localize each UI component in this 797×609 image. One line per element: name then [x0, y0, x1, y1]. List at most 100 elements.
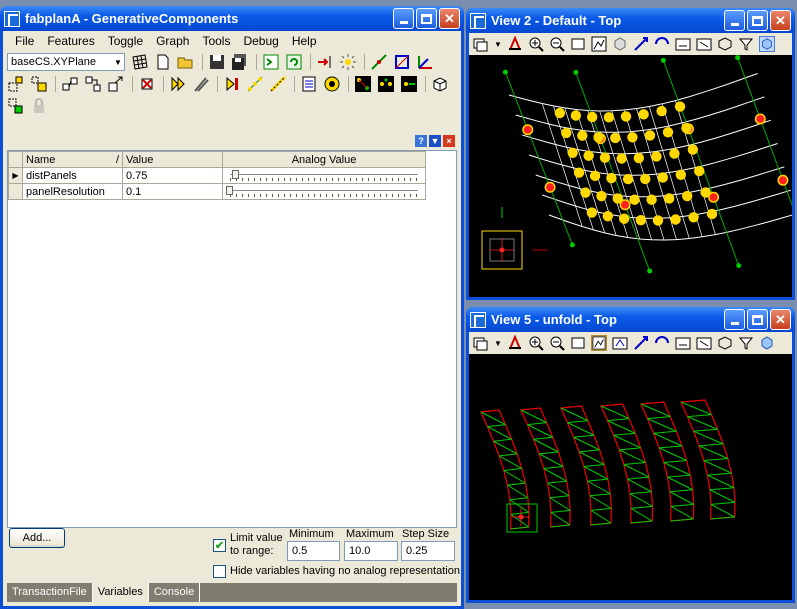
slider-thumb[interactable] [231, 169, 239, 179]
view5-minimize-button[interactable] [724, 309, 745, 330]
analog-slider[interactable] [226, 185, 422, 197]
view5-close-button[interactable]: ✕ [770, 309, 791, 330]
filter-icon[interactable] [738, 335, 754, 351]
view-previous-icon[interactable] [654, 36, 670, 52]
view2-titlebar[interactable]: View 2 - Default - Top ✕ [466, 8, 795, 33]
menu-toggle[interactable]: Toggle [102, 32, 150, 50]
copy-view-icon[interactable] [696, 36, 712, 52]
hide-variables-checkbox[interactable] [213, 565, 226, 578]
menu-tools[interactable]: Tools [196, 32, 237, 50]
view-next-icon[interactable] [675, 335, 691, 351]
node-yellow-icon[interactable] [30, 75, 48, 93]
step-size-input[interactable]: 0.25 [401, 541, 455, 561]
column-header-name[interactable]: Name / [22, 151, 123, 168]
view2-canvas[interactable] [469, 55, 792, 297]
tab-variables[interactable]: Variables [92, 583, 149, 602]
rotate-view-icon[interactable] [612, 36, 628, 52]
limit-value-checkbox[interactable]: ✔ [213, 539, 226, 552]
tab-console[interactable]: Console [149, 583, 201, 602]
fit-view-icon[interactable] [590, 335, 607, 351]
coordinate-system-select[interactable]: baseCS.XYPlane ▼ [7, 53, 125, 71]
zoom-out-icon[interactable] [549, 335, 565, 351]
plane-tool-icon[interactable] [393, 53, 411, 71]
node-tree-icon[interactable] [84, 75, 102, 93]
chevron-down-icon[interactable]: ▼ [494, 40, 502, 49]
maximum-input[interactable]: 10.0 [344, 541, 398, 561]
save-all-icon[interactable] [231, 53, 249, 71]
variable-value[interactable]: 0.1 [122, 183, 223, 200]
close-button[interactable]: ✕ [439, 8, 460, 29]
view-previous-icon[interactable] [654, 335, 670, 351]
minimize-button[interactable] [393, 8, 414, 29]
menu-features[interactable]: Features [41, 32, 101, 50]
pan-view-icon[interactable] [633, 36, 649, 52]
render-mode-icon[interactable] [759, 335, 775, 351]
view-attributes-icon[interactable] [473, 335, 489, 351]
graph-node-icon[interactable] [354, 75, 372, 93]
measure-icon[interactable] [269, 75, 287, 93]
view-attributes-icon[interactable] [473, 36, 489, 52]
window-area-icon[interactable] [570, 335, 586, 351]
view5-maximize-button[interactable] [747, 309, 768, 330]
new-file-icon[interactable] [154, 53, 172, 71]
analog-slider[interactable] [226, 169, 422, 181]
filter-icon[interactable] [738, 36, 754, 52]
column-header-analog[interactable]: Analog Value [222, 151, 426, 168]
chevron-down-icon[interactable]: ▼ [112, 54, 124, 70]
main-titlebar[interactable]: fabplanA - GenerativeComponents ✕ [0, 6, 464, 31]
help-icon[interactable]: ? [415, 135, 427, 147]
column-header-value[interactable]: Value [122, 151, 223, 168]
clip-volume-icon[interactable] [717, 36, 733, 52]
render-mode-icon[interactable] [758, 36, 775, 52]
list-icon[interactable] [300, 75, 318, 93]
fit-view-icon[interactable] [591, 36, 607, 52]
pan-view-icon[interactable] [633, 335, 649, 351]
panel-close-icon[interactable]: × [443, 135, 455, 147]
table-row[interactable]: panelResolution 0.1 [8, 183, 426, 200]
target-icon[interactable] [323, 75, 341, 93]
view-next-icon[interactable] [675, 36, 691, 52]
delete-node-icon[interactable] [138, 75, 156, 93]
cube-icon[interactable] [431, 75, 449, 93]
open-folder-icon[interactable] [177, 53, 195, 71]
variable-name[interactable]: panelResolution [22, 183, 123, 200]
add-variable-button[interactable]: Add... [9, 528, 65, 548]
collapse-icon[interactable]: ▼ [429, 135, 441, 147]
axes-icon[interactable] [416, 53, 434, 71]
component-icon[interactable] [7, 97, 25, 115]
point-grid-icon[interactable] [246, 75, 264, 93]
view5-titlebar[interactable]: View 5 - unfold - Top ✕ [466, 307, 795, 332]
window-area-icon[interactable] [570, 36, 586, 52]
menu-file[interactable]: File [9, 32, 41, 50]
view2-close-button[interactable]: ✕ [770, 10, 791, 31]
menu-debug[interactable]: Debug [237, 32, 285, 50]
script-icon[interactable] [262, 53, 280, 71]
node-arrow-icon[interactable] [107, 75, 125, 93]
chevron-down-icon[interactable]: ▼ [494, 339, 502, 348]
insert-point-icon[interactable] [316, 53, 334, 71]
menu-graph[interactable]: Graph [150, 32, 196, 50]
line-tool-icon[interactable] [370, 53, 388, 71]
menu-help[interactable]: Help [286, 32, 324, 50]
view2-maximize-button[interactable] [747, 10, 768, 31]
sun-icon[interactable] [339, 53, 357, 71]
refresh-icon[interactable] [285, 53, 303, 71]
grid-icon[interactable] [131, 53, 149, 71]
slash-tool-icon[interactable] [192, 75, 210, 93]
variable-value[interactable]: 0.75 [122, 167, 223, 184]
table-row[interactable]: ▶ distPanels 0.75 [8, 167, 426, 184]
step-forward-icon[interactable] [223, 75, 241, 93]
zoom-in-icon[interactable] [528, 36, 544, 52]
rotate-view-icon[interactable] [612, 335, 628, 351]
save-icon[interactable] [208, 53, 226, 71]
play-icon[interactable] [169, 75, 187, 93]
node-dashed-icon[interactable] [7, 75, 25, 93]
view2-minimize-button[interactable] [724, 10, 745, 31]
view5-canvas[interactable] [469, 354, 792, 600]
update-view-icon[interactable] [507, 36, 523, 52]
zoom-out-icon[interactable] [549, 36, 565, 52]
graph-arrow-icon[interactable] [400, 75, 418, 93]
variable-name[interactable]: distPanels [22, 167, 123, 184]
minimum-input[interactable]: 0.5 [287, 541, 340, 561]
tab-transactionfile[interactable]: TransactionFile [7, 583, 93, 602]
